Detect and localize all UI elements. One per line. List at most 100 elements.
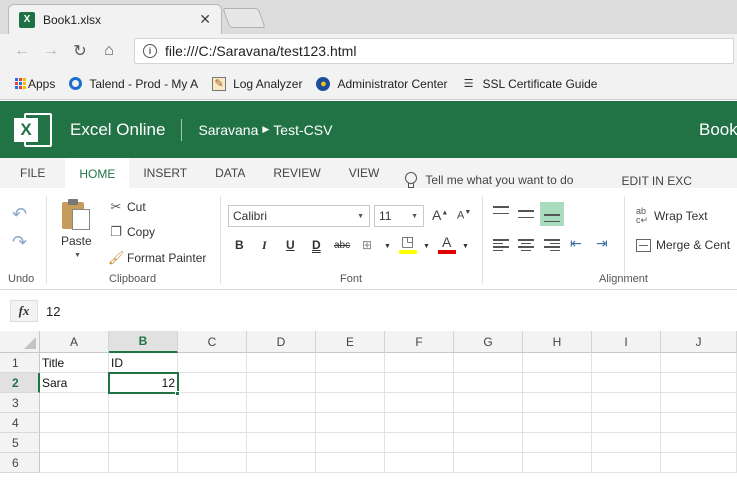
cell-d4[interactable] <box>247 413 316 433</box>
tab-view[interactable]: VIEW <box>335 158 394 188</box>
cell-c5[interactable] <box>178 433 247 453</box>
cell-d2[interactable] <box>247 373 316 393</box>
fill-color-icon[interactable]: ◳ <box>401 233 414 250</box>
cell-i4[interactable] <box>592 413 661 433</box>
chevron-down-icon[interactable]: ▼ <box>462 243 469 250</box>
cell-i1[interactable] <box>592 353 661 373</box>
column-header-g[interactable]: G <box>454 331 523 353</box>
column-header-i[interactable]: I <box>592 331 661 353</box>
bold-button[interactable]: B <box>235 238 244 252</box>
cell-a2[interactable]: Sara <box>40 373 109 393</box>
cell-b1[interactable]: ID <box>109 353 178 373</box>
cell-i2[interactable] <box>592 373 661 393</box>
address-bar[interactable]: i file:///C:/Saravana/test123.html <box>134 38 734 64</box>
double-underline-button[interactable]: D <box>312 238 321 252</box>
font-name-select[interactable]: Calibri ▼ <box>228 205 370 227</box>
cell-f2[interactable] <box>385 373 454 393</box>
column-header-c[interactable]: C <box>178 331 247 353</box>
cell-j1[interactable] <box>661 353 737 373</box>
cell-h6[interactable] <box>523 453 592 473</box>
cell-g3[interactable] <box>454 393 523 413</box>
align-left-icon[interactable] <box>493 239 509 251</box>
cell-e2[interactable] <box>316 373 385 393</box>
row-header-5[interactable]: 5 <box>0 433 40 453</box>
cell-g6[interactable] <box>454 453 523 473</box>
chevron-down-icon[interactable]: ▼ <box>384 243 391 250</box>
borders-icon[interactable]: ⊞ <box>362 238 372 252</box>
edit-in-excel-button[interactable]: EDIT IN EXC <box>621 174 691 188</box>
new-tab-button[interactable] <box>222 8 266 28</box>
cell-d3[interactable] <box>247 393 316 413</box>
cell-f5[interactable] <box>385 433 454 453</box>
cell-b3[interactable] <box>109 393 178 413</box>
excel-logo-icon[interactable]: X <box>14 111 54 149</box>
tab-insert[interactable]: INSERT <box>129 158 201 188</box>
cell-g5[interactable] <box>454 433 523 453</box>
cell-h1[interactable] <box>523 353 592 373</box>
cell-f4[interactable] <box>385 413 454 433</box>
copy-button[interactable]: ❐ Copy <box>108 224 155 240</box>
align-bottom-icon[interactable] <box>544 214 560 222</box>
close-tab-icon[interactable]: ✕ <box>199 11 211 28</box>
cell-i6[interactable] <box>592 453 661 473</box>
cell-c1[interactable] <box>178 353 247 373</box>
cell-h5[interactable] <box>523 433 592 453</box>
row-header-2[interactable]: 2 <box>0 373 40 393</box>
cell-j5[interactable] <box>661 433 737 453</box>
font-color-icon[interactable]: A <box>442 234 451 250</box>
cell-a4[interactable] <box>40 413 109 433</box>
cut-button[interactable]: ✂ Cut <box>108 199 146 215</box>
grow-font-icon[interactable]: A▲ <box>432 207 448 223</box>
cell-g2[interactable] <box>454 373 523 393</box>
cell-g1[interactable] <box>454 353 523 373</box>
row-header-6[interactable]: 6 <box>0 453 40 473</box>
paste-dropdown-icon[interactable]: ▼ <box>74 252 81 259</box>
row-header-3[interactable]: 3 <box>0 393 40 413</box>
home-icon[interactable]: ⌂ <box>97 39 121 63</box>
workbook-name[interactable]: Book <box>699 120 737 140</box>
forward-arrow-icon[interactable]: → <box>39 39 63 63</box>
function-icon[interactable]: fx <box>10 300 38 322</box>
strikethrough-button[interactable]: abc <box>334 240 350 251</box>
breadcrumb-folder[interactable]: Test-CSV <box>273 122 332 138</box>
cell-e1[interactable] <box>316 353 385 373</box>
underline-button[interactable]: U <box>286 238 295 252</box>
cell-f3[interactable] <box>385 393 454 413</box>
cell-j4[interactable] <box>661 413 737 433</box>
cell-h3[interactable] <box>523 393 592 413</box>
column-header-f[interactable]: F <box>385 331 454 353</box>
cell-j6[interactable] <box>661 453 737 473</box>
column-header-a[interactable]: A <box>40 331 109 353</box>
redo-icon[interactable]: ↷ <box>12 232 27 253</box>
cell-b4[interactable] <box>109 413 178 433</box>
select-all-corner[interactable] <box>0 331 40 353</box>
app-name[interactable]: Excel Online <box>70 120 165 140</box>
cell-b5[interactable] <box>109 433 178 453</box>
decrease-indent-icon[interactable]: ⇤ <box>570 235 582 252</box>
column-header-j[interactable]: J <box>661 331 737 353</box>
bookmark-talend[interactable]: Talend - Prod - My A <box>69 77 198 91</box>
cell-e6[interactable] <box>316 453 385 473</box>
cell-f6[interactable] <box>385 453 454 473</box>
cell-i3[interactable] <box>592 393 661 413</box>
shrink-font-icon[interactable]: A▼ <box>457 209 471 222</box>
reload-icon[interactable]: ↻ <box>68 39 92 63</box>
browser-tab[interactable]: X Book1.xlsx ✕ <box>8 4 222 34</box>
align-top-icon[interactable] <box>493 206 509 214</box>
wrap-text-button[interactable]: ab c↵ Wrap Text <box>636 207 708 225</box>
column-header-d[interactable]: D <box>247 331 316 353</box>
tab-file[interactable]: FILE <box>0 158 65 188</box>
paste-icon[interactable] <box>62 198 92 230</box>
merge-center-button[interactable]: Merge & Cent <box>636 238 730 252</box>
tab-home[interactable]: HOME <box>65 158 130 188</box>
cell-d1[interactable] <box>247 353 316 373</box>
cell-i5[interactable] <box>592 433 661 453</box>
cell-e3[interactable] <box>316 393 385 413</box>
cell-b6[interactable] <box>109 453 178 473</box>
breadcrumb-owner[interactable]: Saravana <box>198 122 258 138</box>
column-header-e[interactable]: E <box>316 331 385 353</box>
info-icon[interactable]: i <box>143 44 157 58</box>
row-header-4[interactable]: 4 <box>0 413 40 433</box>
cell-f1[interactable] <box>385 353 454 373</box>
cell-b2-active[interactable]: 12 <box>108 372 179 394</box>
